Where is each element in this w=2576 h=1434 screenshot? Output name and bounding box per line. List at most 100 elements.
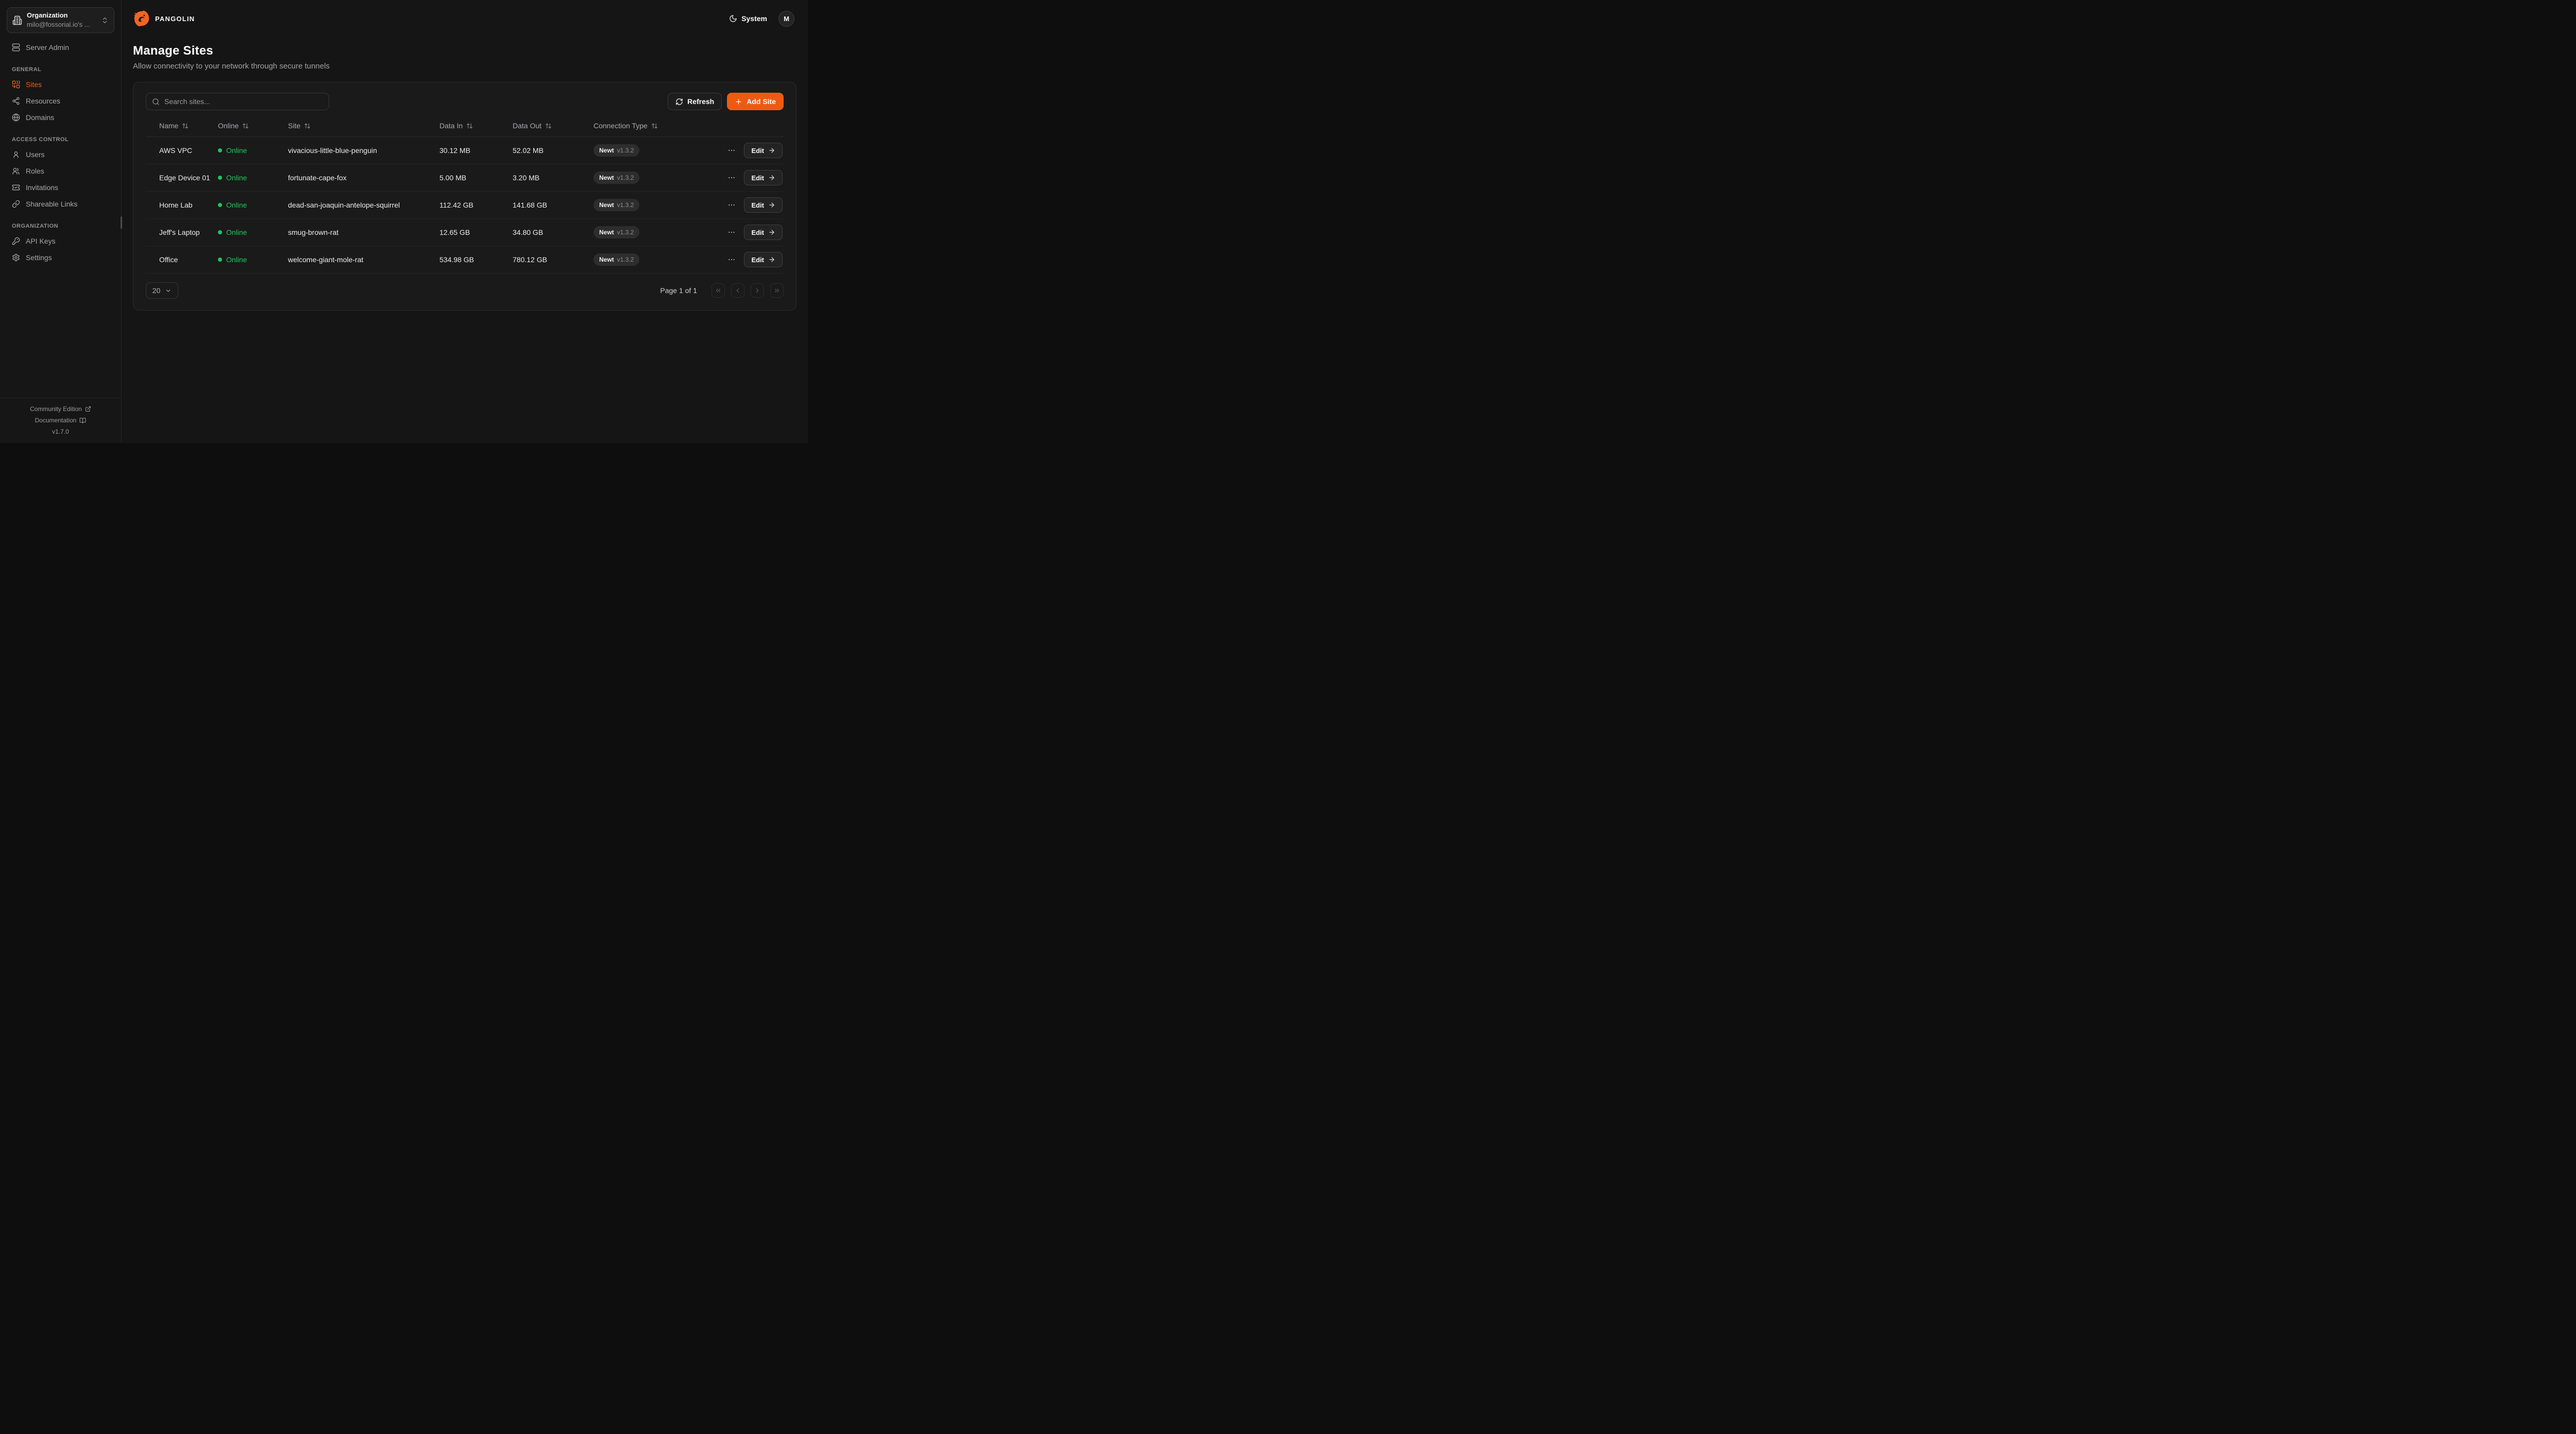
sidebar-item-roles[interactable]: Roles bbox=[7, 163, 114, 179]
sites-card: Refresh Add Site bbox=[133, 82, 796, 311]
data-out-cell: 34.80 GB bbox=[513, 219, 594, 246]
search-sites-input[interactable] bbox=[164, 97, 323, 106]
community-edition-label: Community Edition bbox=[30, 403, 82, 415]
column-sort-control[interactable]: Connection Type bbox=[594, 122, 658, 130]
row-actions-cell: Edit bbox=[706, 219, 784, 246]
connection-name: Newt bbox=[599, 147, 614, 154]
sidebar-item-label: Invitations bbox=[26, 183, 58, 192]
top-header: PANGOLIN System M bbox=[122, 0, 808, 37]
brand-name: PANGOLIN bbox=[155, 15, 195, 23]
connection-type-badge: Newt v1.3.2 bbox=[594, 199, 639, 211]
moon-icon bbox=[729, 14, 737, 23]
column-sort-control[interactable]: Online bbox=[218, 122, 249, 130]
sort-arrows-icon bbox=[651, 123, 658, 129]
column-label: Connection Type bbox=[594, 122, 648, 130]
site-name-cell: Office bbox=[146, 246, 218, 274]
ticket-check-icon bbox=[12, 183, 20, 192]
community-edition-link[interactable]: Community Edition bbox=[0, 403, 121, 415]
next-page-button[interactable] bbox=[751, 283, 764, 298]
connection-type-cell: Newt v1.3.2 bbox=[594, 246, 706, 274]
sidebar-heading-general: GENERAL bbox=[12, 66, 109, 73]
sort-arrows-icon bbox=[182, 123, 189, 129]
row-menu-button[interactable] bbox=[725, 199, 738, 211]
row-menu-button[interactable] bbox=[725, 172, 738, 184]
site-slug-cell: smug-brown-rat bbox=[288, 219, 439, 246]
site-slug-cell: welcome-giant-mole-rat bbox=[288, 246, 439, 274]
sidebar-item-label: Roles bbox=[26, 167, 44, 175]
site-online-cell: Online bbox=[218, 246, 288, 274]
site-online-cell: Online bbox=[218, 164, 288, 192]
actions-column-header bbox=[706, 117, 784, 137]
data-in-cell: 534.98 GB bbox=[439, 246, 513, 274]
column-label: Name bbox=[159, 122, 178, 130]
sidebar-item-label: Sites bbox=[26, 80, 42, 89]
edit-site-button[interactable]: Edit bbox=[744, 225, 783, 240]
connection-name: Newt bbox=[599, 201, 614, 209]
documentation-link[interactable]: Documentation bbox=[0, 415, 121, 426]
data-out-cell: 141.68 GB bbox=[513, 192, 594, 219]
sidebar-item-users[interactable]: Users bbox=[7, 147, 114, 162]
theme-toggle-button[interactable]: System bbox=[729, 14, 767, 23]
link-icon bbox=[12, 200, 20, 208]
site-name-cell: AWS VPC bbox=[146, 137, 218, 164]
documentation-label: Documentation bbox=[35, 415, 77, 426]
edit-site-button[interactable]: Edit bbox=[744, 170, 783, 185]
online-status-dot bbox=[218, 176, 222, 180]
sidebar-item-resources[interactable]: Resources bbox=[7, 93, 114, 109]
refresh-button[interactable]: Refresh bbox=[668, 93, 722, 110]
chevrons-right-icon bbox=[773, 287, 781, 294]
connection-type-badge: Newt v1.3.2 bbox=[594, 144, 639, 157]
sidebar-item-label: Domains bbox=[26, 113, 54, 122]
sidebar-item-domains[interactable]: Domains bbox=[7, 110, 114, 125]
connection-version: v1.3.2 bbox=[617, 229, 634, 236]
last-page-button[interactable] bbox=[770, 283, 784, 298]
sidebar-item-sites[interactable]: Sites bbox=[7, 77, 114, 92]
add-site-button[interactable]: Add Site bbox=[727, 93, 784, 110]
gear-icon bbox=[12, 253, 20, 262]
row-menu-button[interactable] bbox=[725, 144, 738, 157]
row-actions-cell: Edit bbox=[706, 137, 784, 164]
edit-site-button[interactable]: Edit bbox=[744, 252, 783, 267]
first-page-button[interactable] bbox=[711, 283, 725, 298]
search-sites-field[interactable] bbox=[146, 93, 329, 110]
building-icon bbox=[12, 15, 22, 25]
external-link-icon bbox=[85, 406, 91, 412]
row-menu-button[interactable] bbox=[725, 226, 738, 238]
site-slug-cell: fortunate-cape-fox bbox=[288, 164, 439, 192]
column-sort-control[interactable]: Name bbox=[159, 122, 189, 130]
sidebar-resize-handle[interactable] bbox=[121, 216, 122, 229]
table-row: Edge Device 01 Online fortunate-cape-fox… bbox=[146, 164, 784, 192]
column-label: Online bbox=[218, 122, 239, 130]
sidebar-item-server-admin[interactable]: Server Admin bbox=[7, 40, 114, 55]
column-header: Data In bbox=[439, 117, 513, 137]
edit-site-button[interactable]: Edit bbox=[744, 197, 783, 213]
server-icon bbox=[12, 43, 20, 52]
sidebar-item-label: Settings bbox=[26, 253, 52, 262]
table-row: Home Lab Online dead-san-joaquin-antelop… bbox=[146, 192, 784, 219]
connection-version: v1.3.2 bbox=[617, 201, 634, 209]
sidebar-item-invitations[interactable]: Invitations bbox=[7, 180, 114, 195]
column-header: Data Out bbox=[513, 117, 594, 137]
row-actions-cell: Edit bbox=[706, 246, 784, 274]
brand-logo[interactable]: PANGOLIN bbox=[133, 10, 195, 27]
column-header: Online bbox=[218, 117, 288, 137]
page-size-select[interactable]: 20 bbox=[146, 282, 178, 299]
globe-icon bbox=[12, 113, 20, 122]
avatar[interactable]: M bbox=[778, 11, 794, 27]
page-size-value: 20 bbox=[152, 286, 161, 295]
column-sort-control[interactable]: Data Out bbox=[513, 122, 552, 130]
page-subtitle: Allow connectivity to your network throu… bbox=[133, 62, 796, 71]
edit-site-button[interactable]: Edit bbox=[744, 143, 783, 158]
column-sort-control[interactable]: Data In bbox=[439, 122, 473, 130]
previous-page-button[interactable] bbox=[731, 283, 744, 298]
row-menu-button[interactable] bbox=[725, 253, 738, 266]
connection-version: v1.3.2 bbox=[617, 256, 634, 263]
connection-type-cell: Newt v1.3.2 bbox=[594, 137, 706, 164]
avatar-initial: M bbox=[784, 15, 789, 23]
sidebar-item-api-keys[interactable]: API Keys bbox=[7, 233, 114, 249]
sidebar-item-settings[interactable]: Settings bbox=[7, 250, 114, 265]
online-status-label: Online bbox=[226, 201, 247, 209]
org-selector[interactable]: Organization milo@fossorial.io's ... bbox=[7, 7, 114, 33]
sidebar-item-shareable-links[interactable]: Shareable Links bbox=[7, 196, 114, 212]
column-sort-control[interactable]: Site bbox=[288, 122, 311, 130]
